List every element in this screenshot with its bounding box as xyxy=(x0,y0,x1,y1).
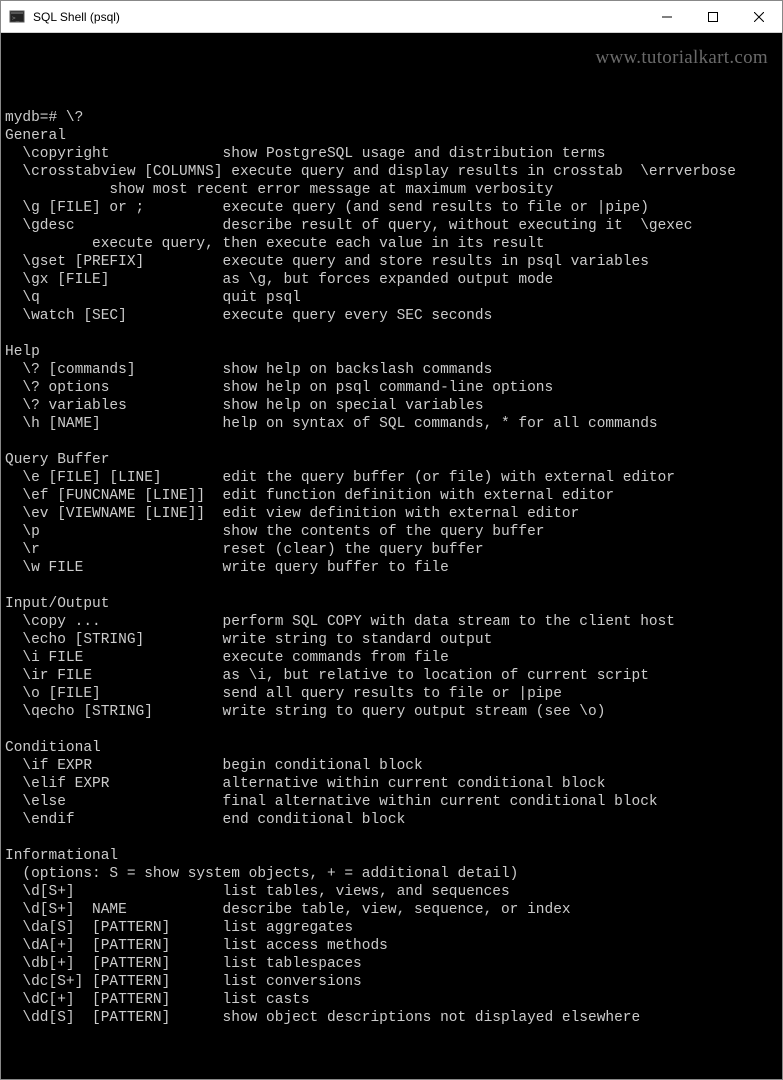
terminal-area[interactable]: www.tutorialkart.com mydb=# \? General \… xyxy=(1,33,782,1079)
terminal-content: mydb=# \? General \copyright show Postgr… xyxy=(5,91,778,1027)
titlebar[interactable]: >_ SQL Shell (psql) xyxy=(1,1,782,33)
close-button[interactable] xyxy=(736,1,782,33)
svg-text:>_: >_ xyxy=(12,15,20,22)
window-title: SQL Shell (psql) xyxy=(33,10,120,24)
maximize-button[interactable] xyxy=(690,1,736,33)
app-icon: >_ xyxy=(9,9,25,25)
minimize-button[interactable] xyxy=(644,1,690,33)
watermark: www.tutorialkart.com xyxy=(595,49,768,67)
app-window: >_ SQL Shell (psql) www.tutorialkart.com… xyxy=(0,0,783,1080)
